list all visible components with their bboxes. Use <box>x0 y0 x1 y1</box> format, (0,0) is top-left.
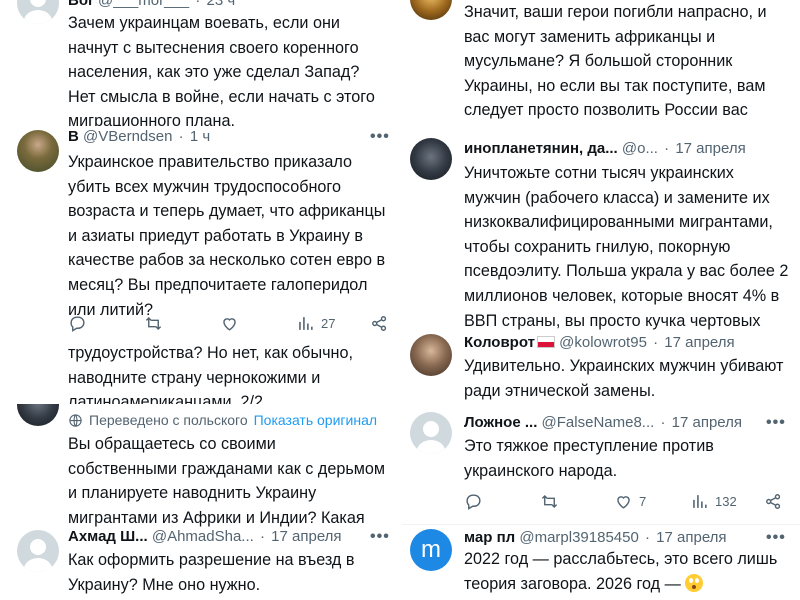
reply-icon <box>466 494 481 510</box>
globe-icon <box>69 413 82 427</box>
avatar[interactable] <box>410 138 452 180</box>
more-options-icon[interactable]: ••• <box>766 529 786 547</box>
views-button[interactable]: 132 <box>690 492 737 511</box>
share-icon <box>766 494 781 509</box>
avatar[interactable] <box>17 530 59 572</box>
post-header: Ложное ... @FalseName8... · 17 апреля <box>464 414 743 431</box>
avatar[interactable] <box>410 412 452 454</box>
reply-button[interactable] <box>464 492 483 511</box>
reply-post-marpl[interactable]: m мар пл @marpl39185450 · 17 апреля ••• … <box>402 525 800 600</box>
views-icon <box>299 317 313 330</box>
avatar[interactable]: m <box>410 529 452 571</box>
avatar[interactable] <box>17 0 59 24</box>
author-handle[interactable]: @о... <box>622 140 658 157</box>
like-icon <box>617 496 630 509</box>
post-text: Украинское правительство приказало убить… <box>68 153 386 319</box>
post-text: Значит, ваши герои погибли напрасно, и в… <box>464 3 767 130</box>
share-button[interactable] <box>764 492 783 511</box>
retweet-icon <box>145 316 162 331</box>
reply-post-bor[interactable]: Bor @___mor___ · 23 ч Зачем украинцам во… <box>0 0 400 126</box>
reply-post-vberndsen[interactable]: B @VBerndsen · 1 ч ••• Украинское правит… <box>0 126 400 342</box>
author-name[interactable]: B <box>68 128 79 145</box>
reply-post-falsename[interactable]: Ложное ... @FalseName8... · 17 апреля ••… <box>402 410 800 524</box>
retweet-button[interactable] <box>540 492 559 511</box>
avatar[interactable] <box>17 130 59 172</box>
reply-post-translated[interactable]: Переведено с польского Показать оригинал… <box>0 404 400 528</box>
reply-post-ahmad[interactable]: Ахмад Ш... @AhmadSha... · 17 апреля ••• … <box>0 528 400 600</box>
post-time[interactable]: 17 апреля <box>664 334 734 351</box>
post-time[interactable]: 1 ч <box>190 128 210 145</box>
post-time[interactable]: 17 апреля <box>271 528 341 545</box>
post-text-wrapper: 2022 год — расслабьтесь, это всего лишь … <box>464 547 784 596</box>
avatar[interactable] <box>410 334 452 376</box>
views-icon <box>693 495 707 508</box>
post-time[interactable]: 17 апреля <box>672 414 742 431</box>
translation-notice: Переведено с польского Показать оригинал <box>68 412 377 428</box>
views-count: 27 <box>321 316 336 331</box>
author-handle[interactable]: @marpl39185450 <box>519 529 638 546</box>
post-text: Удивительно. Украинских мужчин убивают р… <box>464 357 784 400</box>
flushed-face-emoji <box>685 573 704 592</box>
author-name[interactable]: Ахмад Ш... <box>68 528 148 545</box>
author-handle[interactable]: @AhmadSha... <box>152 528 254 545</box>
post-actions: 27 <box>68 314 388 336</box>
reply-icon <box>70 316 85 332</box>
post-text: 2022 год — расслабьтесь, это всего лишь … <box>464 550 778 593</box>
post-time[interactable]: 23 ч <box>206 0 235 9</box>
like-button[interactable] <box>220 314 239 333</box>
post-header: инопланетянин, да... @о... · 17 апреля <box>464 140 746 157</box>
more-options-icon[interactable]: ••• <box>766 414 786 432</box>
author-name[interactable]: Ложное ... <box>464 414 537 431</box>
retweet-icon <box>541 494 558 509</box>
author-handle[interactable]: @VBerndsen <box>83 128 172 145</box>
post-actions: 7 132 <box>464 492 794 514</box>
views-button[interactable]: 27 <box>296 314 335 333</box>
avatar[interactable] <box>410 0 452 20</box>
post-text: трудоустройства? Но нет, как обычно, нав… <box>68 344 353 404</box>
translated-from-label: Переведено с польского <box>89 412 248 428</box>
more-options-icon[interactable]: ••• <box>370 528 390 546</box>
post-header: B @VBerndsen · 1 ч <box>68 128 211 145</box>
reply-post-heroes[interactable]: Значит, ваши герои погибли напрасно, и в… <box>402 0 800 130</box>
reply-post-fragment[interactable]: трудоустройства? Но нет, как обычно, нав… <box>0 342 400 404</box>
post-header: мар пл @marpl39185450 · 17 апреля <box>464 529 727 546</box>
author-handle[interactable]: @___mor___ <box>98 0 189 9</box>
reply-post-kolovrot[interactable]: Коловрот @kolowrot95 · 17 апреля Удивите… <box>402 334 800 410</box>
like-icon <box>223 318 236 331</box>
post-text: Как оформить разрешение на въезд в Украи… <box>68 551 355 594</box>
post-text: Вы обращаетесь со своими собственными гр… <box>68 435 386 527</box>
post-header: Ахмад Ш... @AhmadSha... · 17 апреля <box>68 528 342 545</box>
post-text: Это тяжкое преступление против украинско… <box>464 437 714 480</box>
post-text: Зачем украинцам воевать, если они начнут… <box>68 14 375 126</box>
author-name[interactable]: Коловрот <box>464 334 535 351</box>
reply-post-alien[interactable]: инопланетянин, да... @о... · 17 апреля У… <box>402 130 800 334</box>
author-name[interactable]: инопланетянин, да... <box>464 140 618 157</box>
post-time[interactable]: 17 апреля <box>656 529 726 546</box>
views-count: 132 <box>715 494 737 509</box>
poland-flag-icon <box>536 336 555 348</box>
likes-count: 7 <box>639 494 647 509</box>
like-button[interactable]: 7 <box>614 492 646 511</box>
share-button[interactable] <box>370 314 389 333</box>
author-name[interactable]: Bor <box>68 0 94 9</box>
post-header: Коловрот @kolowrot95 · 17 апреля <box>464 334 735 351</box>
author-handle[interactable]: @FalseName8... <box>542 414 655 431</box>
post-text: Уничтожьте сотни тысяч украинских мужчин… <box>464 164 789 330</box>
author-handle[interactable]: @kolowrot95 <box>559 334 647 351</box>
more-options-icon[interactable]: ••• <box>370 128 390 146</box>
author-name[interactable]: мар пл <box>464 529 515 546</box>
post-header: Bor @___mor___ · 23 ч <box>68 0 235 10</box>
retweet-button[interactable] <box>144 314 163 333</box>
show-original-link[interactable]: Показать оригинал <box>254 412 377 428</box>
post-time[interactable]: 17 апреля <box>675 140 745 157</box>
avatar[interactable] <box>17 404 59 426</box>
share-icon <box>372 316 387 331</box>
right-screenshot-column: Значит, ваши герои погибли напрасно, и в… <box>402 0 800 600</box>
left-screenshot-column: Bor @___mor___ · 23 ч Зачем украинцам во… <box>0 0 400 600</box>
reply-button[interactable] <box>68 314 87 333</box>
